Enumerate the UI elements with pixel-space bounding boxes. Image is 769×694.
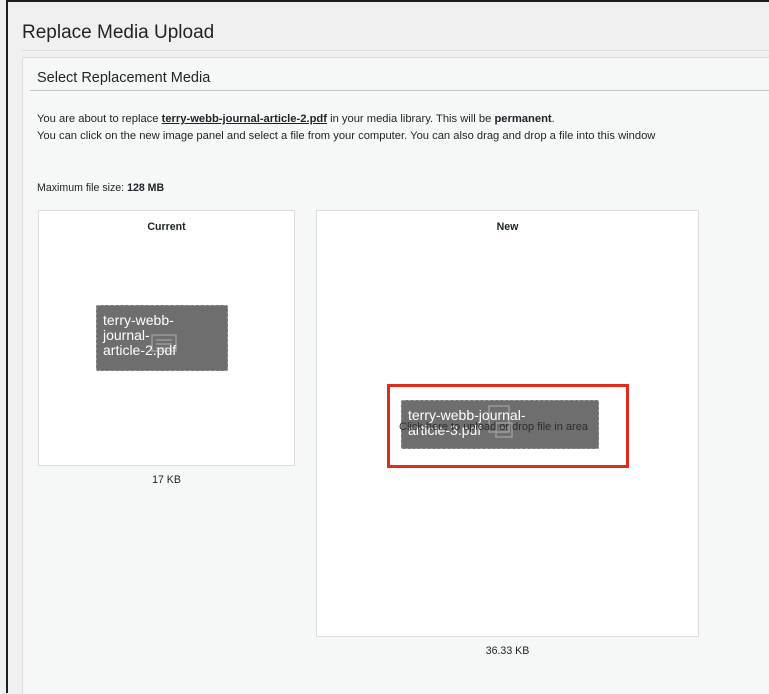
window-frame-left: [6, 0, 8, 693]
max-file-size-value: 128 MB: [127, 182, 165, 194]
window-frame-top: [6, 0, 769, 2]
section-title: Select Replacement Media: [37, 70, 211, 86]
new-media-dropzone[interactable]: New terry-webb-journal- article-3.pdf Cl…: [316, 210, 699, 637]
page-title: Replace Media Upload: [22, 22, 215, 43]
upload-drop-hint[interactable]: Click here to upload or drop file in are…: [399, 421, 588, 433]
current-file-name-line: article-2.pdf: [103, 342, 177, 358]
intro-text: You are about to replace terry-webb-jour…: [37, 111, 737, 144]
max-file-size-label: Maximum file size:: [37, 182, 128, 194]
permanent-emphasis: permanent: [494, 113, 552, 125]
current-file-name-line: journal-: [103, 327, 150, 343]
current-media-card: Current terry-webb- journal- article-2.p…: [38, 210, 295, 466]
max-file-size: Maximum file size: 128 MB: [37, 182, 164, 194]
current-file-name: terry-webb- journal- article-2.pdf: [103, 313, 221, 358]
current-file-name-line: terry-webb-: [103, 312, 174, 328]
intro-text-end: .: [551, 113, 555, 125]
intro-line-1: You are about to replace terry-webb-jour…: [37, 111, 737, 128]
current-file-link[interactable]: terry-webb-journal-article-2.pdf: [162, 113, 327, 125]
current-file-preview: terry-webb- journal- article-2.pdf: [96, 305, 228, 371]
current-file-size: 17 KB: [152, 474, 181, 486]
intro-text-before: You are about to replace: [37, 113, 162, 125]
title-divider: [22, 50, 769, 51]
current-label: Current: [147, 221, 186, 233]
intro-line-2: You can click on the new image panel and…: [37, 129, 656, 142]
new-label: New: [496, 221, 519, 233]
intro-text-middle: in your media library. This will be: [326, 113, 495, 125]
new-file-size: 36.33 KB: [485, 645, 530, 657]
section-divider: [30, 90, 769, 91]
